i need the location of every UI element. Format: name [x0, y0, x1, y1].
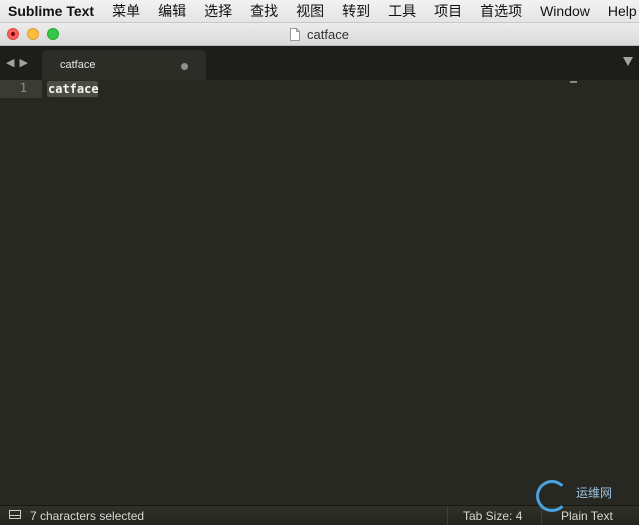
- tab-list-dropdown-icon[interactable]: [623, 57, 633, 66]
- menu-item-find[interactable]: 查找: [241, 1, 287, 21]
- editor-area[interactable]: 1 catface: [0, 80, 639, 505]
- menu-item-edit[interactable]: 编辑: [149, 1, 195, 21]
- line-number: 1: [19, 81, 27, 95]
- tab-next-icon[interactable]: ▶: [19, 57, 32, 69]
- watermark-text: 运维网: [576, 486, 613, 500]
- tab-label: catface: [60, 59, 96, 71]
- menu-item-help[interactable]: Help: [599, 3, 639, 19]
- menu-item-select[interactable]: 选择: [195, 1, 241, 21]
- status-divider: [447, 506, 448, 525]
- menu-item-tools[interactable]: 工具: [379, 1, 425, 21]
- tab-nav-arrows: ◀▶: [6, 56, 33, 69]
- code-line[interactable]: catface: [48, 81, 99, 97]
- window-title-bar: catface: [0, 23, 639, 46]
- watermark-logo-icon: [536, 480, 568, 512]
- menu-item-preferences[interactable]: 首选项: [471, 1, 531, 21]
- selection-status: 7 characters selected: [30, 509, 145, 523]
- tab-prev-icon[interactable]: ◀: [6, 57, 19, 69]
- minimap-viewport[interactable]: [570, 81, 577, 83]
- panel-toggle-icon[interactable]: [9, 510, 21, 519]
- menu-item-goto[interactable]: 转到: [333, 1, 379, 21]
- tab-catface[interactable]: catface: [42, 50, 206, 80]
- window-title-text: catface: [307, 26, 349, 42]
- unsaved-dot-icon[interactable]: [181, 63, 188, 70]
- menu-app-name[interactable]: Sublime Text: [0, 3, 103, 19]
- menu-item-window[interactable]: Window: [531, 3, 599, 19]
- menu-item-view[interactable]: 视图: [287, 1, 333, 21]
- tab-size-selector[interactable]: Tab Size: 4: [463, 509, 522, 523]
- watermark: 运维网: [536, 478, 636, 524]
- menu-bar: Sublime Text 菜单 编辑 选择 查找 视图 转到 工具 项目 首选项…: [0, 0, 639, 23]
- tab-bar: ◀▶ catface: [0, 46, 639, 80]
- menu-item-menu[interactable]: 菜单: [103, 1, 149, 21]
- document-icon: [290, 27, 301, 41]
- window-title: catface: [0, 23, 639, 45]
- menu-item-project[interactable]: 项目: [425, 1, 471, 21]
